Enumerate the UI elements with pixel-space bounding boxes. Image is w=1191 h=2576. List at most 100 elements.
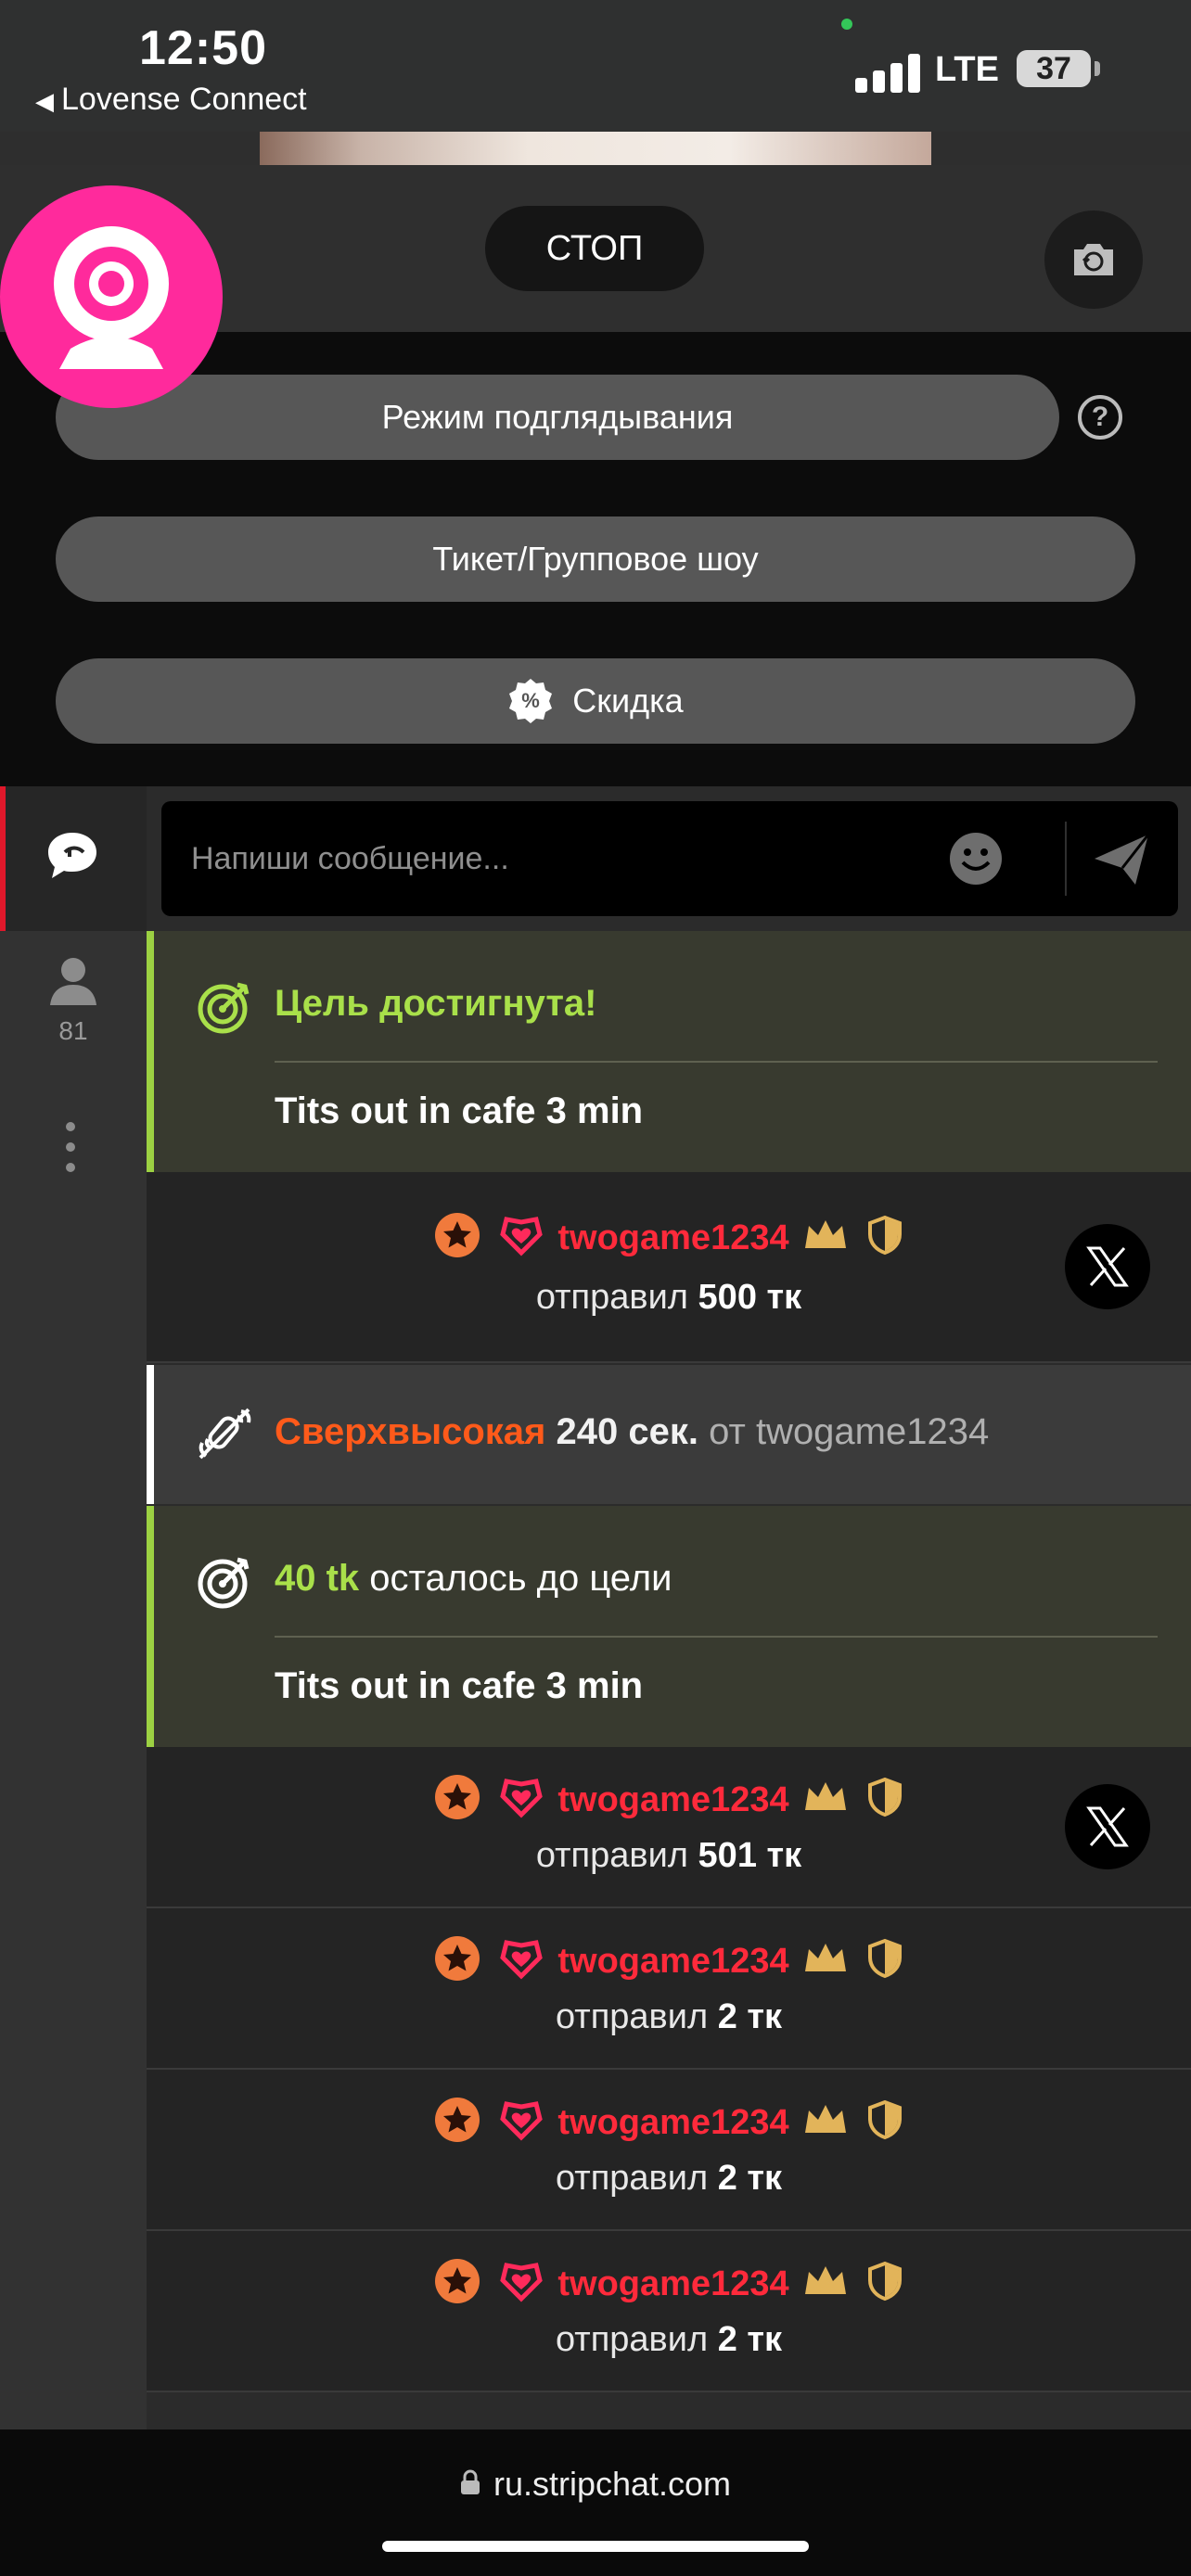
goal-remaining-text: осталось до цели — [369, 1558, 672, 1599]
back-app-name: Lovense Connect — [61, 82, 307, 117]
goal-divider — [275, 1061, 1158, 1063]
tip-message: twogame1234 отправил 2 тк — [147, 1908, 1191, 2070]
active-indicator — [0, 786, 6, 931]
tip-amount: 500 тк — [698, 1278, 802, 1317]
browser-url-bar[interactable]: ru.stripchat.com — [0, 2429, 1191, 2576]
message-composer — [161, 801, 1178, 916]
help-icon[interactable]: ? — [1078, 395, 1122, 440]
chat-panel: Цель достигнута! Tits out in cafe 3 min … — [147, 786, 1191, 2429]
viewer-count: 81 — [58, 1016, 88, 1045]
crown-icon — [805, 2105, 847, 2133]
chat-sidebar: 81 — [0, 786, 147, 2429]
goal-name: Tits out in cafe 3 min — [275, 1665, 644, 1706]
clock: 12:50 — [139, 21, 267, 75]
shield-icon — [867, 1777, 902, 1817]
tip-message: twogame1234 отправил 500 тк — [147, 1172, 1191, 1363]
tip-sent-label: отправил — [555, 2159, 709, 2198]
lock-icon — [460, 2470, 480, 2495]
share-x-button[interactable] — [1065, 1224, 1150, 1309]
svg-text:%: % — [522, 689, 541, 712]
back-arrow-icon: ◀ — [35, 87, 54, 115]
video-frame — [260, 132, 931, 165]
vibration-duration: 240 сек. — [556, 1411, 698, 1452]
x-logo-icon — [1086, 1806, 1129, 1847]
share-x-button[interactable] — [1065, 1784, 1150, 1869]
x-logo-icon — [1086, 1246, 1129, 1287]
back-to-app-link[interactable]: ◀ Lovense Connect — [35, 82, 307, 118]
heart-badge-icon — [500, 2101, 543, 2141]
goal-reached-message: Цель достигнута! Tits out in cafe 3 min — [147, 931, 1191, 1172]
tip-sent-label: отправил — [555, 2320, 709, 2359]
send-icon[interactable] — [1093, 831, 1150, 886]
battery-icon: 37 — [1017, 50, 1091, 87]
star-badge-icon — [435, 2259, 480, 2303]
star-badge-icon — [435, 1213, 480, 1257]
stop-button[interactable]: СТОП — [485, 206, 704, 291]
input-divider — [1065, 822, 1067, 896]
tip-message: twogame1234 отправил 2 тк — [147, 2231, 1191, 2392]
video-stream[interactable] — [0, 132, 1191, 165]
more-options-icon[interactable] — [66, 1122, 75, 1183]
vibration-message: Сверхвысокая 240 сек. от twogame1234 — [147, 1365, 1191, 1504]
shield-icon — [867, 2261, 902, 2302]
tip-username[interactable]: twogame1234 — [557, 2103, 788, 2142]
battery-tip — [1095, 61, 1100, 76]
vibration-from-label: от — [709, 1411, 746, 1452]
network-type: LTE — [935, 50, 999, 89]
goal-divider — [275, 1636, 1158, 1638]
goal-reached-title: Цель достигнута! — [275, 983, 597, 1024]
target-icon — [198, 1557, 250, 1609]
users-icon[interactable] — [48, 955, 98, 1007]
vibration-icon — [198, 1408, 251, 1460]
heart-badge-icon — [500, 1940, 543, 1980]
page-url: ru.stripchat.com — [493, 2465, 732, 2503]
vibration-username[interactable]: twogame1234 — [756, 1411, 989, 1452]
sidebar-item-chat[interactable] — [0, 786, 147, 931]
discount-label: Скидка — [572, 682, 684, 720]
tip-username[interactable]: twogame1234 — [557, 2264, 788, 2303]
tip-sent-label: отправил — [535, 1278, 688, 1317]
discount-icon: % — [509, 679, 553, 724]
switch-camera-button[interactable] — [1044, 210, 1143, 309]
star-badge-icon — [435, 2098, 480, 2142]
tip-amount: 2 тк — [717, 2320, 783, 2359]
crown-icon — [805, 1220, 847, 1248]
heart-badge-icon — [500, 1779, 543, 1818]
tip-username[interactable]: twogame1234 — [557, 1942, 788, 1981]
crown-icon — [805, 1944, 847, 1971]
chat-bubble-icon — [48, 833, 96, 878]
status-bar: 12:50 ◀ Lovense Connect LTE 37 — [0, 0, 1191, 132]
camera-indicator-dot — [841, 19, 852, 30]
vibration-level: Сверхвысокая — [275, 1411, 546, 1452]
tip-message: twogame1234 отправил 2 тк — [147, 2070, 1191, 2231]
webcam-logo-icon[interactable] — [0, 185, 223, 408]
tip-username[interactable]: twogame1234 — [557, 1780, 788, 1819]
heart-badge-icon — [500, 2263, 543, 2302]
shield-icon — [867, 2099, 902, 2140]
star-badge-icon — [435, 1775, 480, 1819]
tip-amount: 2 тк — [717, 1997, 783, 2036]
goal-name: Tits out in cafe 3 min — [275, 1090, 644, 1131]
tip-message: twogame1234 отправил 501 тк — [147, 1747, 1191, 1908]
target-icon — [198, 982, 250, 1034]
tip-amount: 2 тк — [717, 2159, 783, 2198]
crown-icon — [805, 2266, 847, 2294]
star-badge-icon — [435, 1936, 480, 1981]
goal-remaining-amount: 40 tk — [275, 1558, 360, 1599]
tip-amount: 501 тк — [698, 1836, 802, 1875]
shield-icon — [867, 1215, 902, 1256]
emoji-icon[interactable] — [948, 831, 1004, 886]
discount-button[interactable]: % Скидка — [56, 658, 1135, 744]
message-input[interactable] — [191, 829, 933, 888]
home-indicator[interactable] — [382, 2541, 809, 2552]
camera-switch-icon — [1074, 244, 1113, 275]
crown-icon — [805, 1782, 847, 1810]
ticket-show-button[interactable]: Тикет/Групповое шоу — [56, 516, 1135, 602]
cellular-signal-icon — [855, 48, 922, 93]
heart-badge-icon — [500, 1217, 543, 1256]
goal-progress-message: 40 tk осталось до цели Tits out in cafe … — [147, 1506, 1191, 1747]
tip-sent-label: отправил — [555, 1997, 709, 2036]
tip-username[interactable]: twogame1234 — [557, 1218, 788, 1257]
tip-sent-label: отправил — [535, 1836, 688, 1875]
shield-icon — [867, 1938, 902, 1979]
